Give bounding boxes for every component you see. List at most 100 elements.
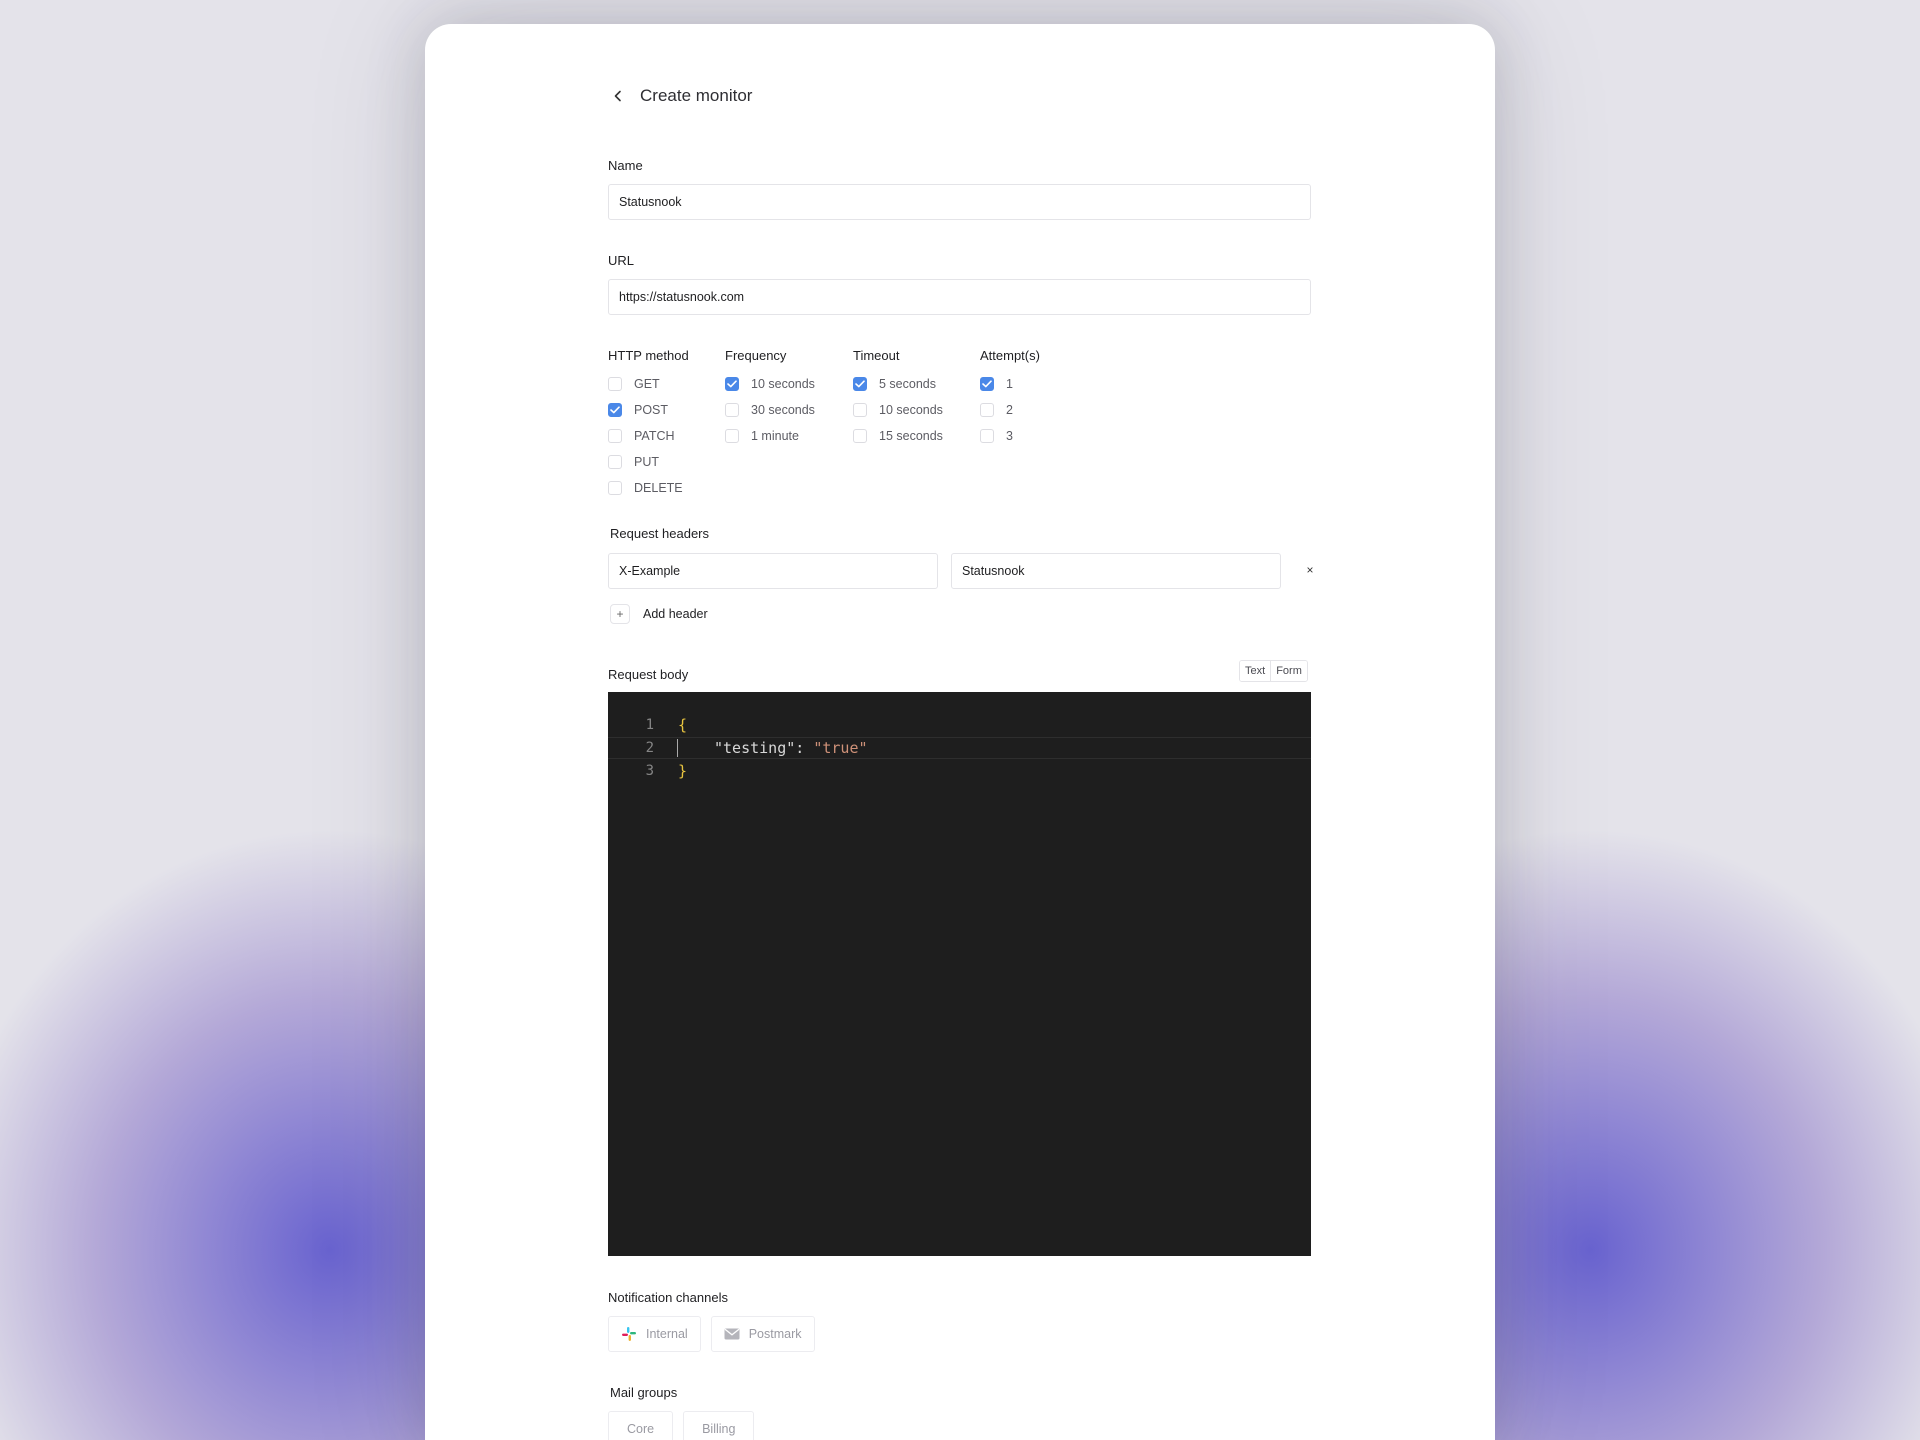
url-label: URL xyxy=(608,253,635,268)
option-item[interactable]: 30 seconds xyxy=(725,397,815,423)
add-header-label: Add header xyxy=(643,607,708,621)
add-header-button[interactable]: + Add header xyxy=(610,604,708,624)
channel-internal-button[interactable]: Internal xyxy=(608,1316,701,1352)
request-body-label: Request body xyxy=(608,667,689,682)
option-item[interactable]: GET xyxy=(608,371,689,397)
header-row: X-Example Statusnook × xyxy=(608,553,1314,589)
form-card: Create monitor Name Statusnook URL https… xyxy=(425,24,1495,1440)
code-text: } xyxy=(678,762,688,780)
option-item[interactable]: 1 xyxy=(980,371,1040,397)
option-label: 10 seconds xyxy=(879,403,943,417)
option-item[interactable]: 5 seconds xyxy=(853,371,943,397)
code-text: "testing": "true" xyxy=(714,739,868,757)
checkbox[interactable] xyxy=(853,429,867,443)
option-label: 3 xyxy=(1006,429,1013,443)
checkbox[interactable] xyxy=(853,377,867,391)
option-label: 15 seconds xyxy=(879,429,943,443)
mode-form-button[interactable]: Form xyxy=(1270,661,1307,681)
option-item[interactable]: POST xyxy=(608,397,689,423)
timeout-options: 5 seconds 10 seconds 15 seconds xyxy=(853,371,943,449)
checkbox[interactable] xyxy=(608,403,622,417)
url-input[interactable]: https://statusnook.com xyxy=(608,279,1311,315)
notification-channel-list: Internal Postmark xyxy=(608,1316,825,1352)
body-mode-toggle: Text Form xyxy=(1239,660,1308,682)
line-number: 1 xyxy=(645,717,654,733)
mail-groups-label: Mail groups xyxy=(610,1385,678,1400)
option-item[interactable]: PATCH xyxy=(608,423,689,449)
header-value-input[interactable]: Statusnook xyxy=(951,553,1281,589)
option-label: POST xyxy=(634,403,669,417)
option-item[interactable]: 1 minute xyxy=(725,423,815,449)
code-line: 3 } xyxy=(608,760,1311,782)
checkbox[interactable] xyxy=(608,377,622,391)
text-cursor xyxy=(677,739,678,757)
timeout-label: Timeout xyxy=(853,348,900,363)
option-label: PATCH xyxy=(634,429,675,443)
page-header: Create monitor xyxy=(608,86,752,106)
checkbox[interactable] xyxy=(725,403,739,417)
option-item[interactable]: 2 xyxy=(980,397,1040,423)
request-headers-label: Request headers xyxy=(610,526,710,541)
checkbox[interactable] xyxy=(725,377,739,391)
option-item[interactable]: 10 seconds xyxy=(725,371,815,397)
checkbox[interactable] xyxy=(980,377,994,391)
option-item[interactable]: PUT xyxy=(608,449,689,475)
mail-group-billing-button[interactable]: Billing xyxy=(683,1411,755,1440)
check-icon xyxy=(982,380,992,388)
back-button[interactable] xyxy=(608,86,628,106)
monitor-options: HTTP method GET POST PATCH PUT DELETE Freque… xyxy=(608,348,1311,498)
checkbox[interactable] xyxy=(980,403,994,417)
remove-header-button[interactable]: × xyxy=(1303,563,1317,577)
mail-icon xyxy=(724,1328,740,1340)
json-value: "true" xyxy=(813,739,868,757)
attempts-options: 1 2 3 xyxy=(980,371,1040,449)
http-method-group: HTTP method GET POST PATCH PUT DELETE xyxy=(608,348,689,501)
option-label: 1 xyxy=(1006,377,1013,391)
frequency-options: 10 seconds 30 seconds 1 minute xyxy=(725,371,815,449)
page-title: Create monitor xyxy=(640,86,753,105)
option-label: PUT xyxy=(634,455,659,469)
plus-icon: + xyxy=(610,604,630,624)
option-item[interactable]: 10 seconds xyxy=(853,397,943,423)
json-separator: : xyxy=(795,739,814,757)
code-editor[interactable]: 1 { 2 "testing": "true" 3 } xyxy=(608,692,1311,1256)
mode-text-button[interactable]: Text xyxy=(1240,661,1271,681)
checkbox[interactable] xyxy=(853,403,867,417)
check-icon xyxy=(855,380,865,388)
header-key-input[interactable]: X-Example xyxy=(608,553,938,589)
attempts-label: Attempt(s) xyxy=(980,348,1040,363)
code-line: 1 { xyxy=(608,714,1311,736)
option-label: 30 seconds xyxy=(751,403,815,417)
check-icon xyxy=(727,380,737,388)
name-label: Name xyxy=(608,158,643,173)
line-number: 2 xyxy=(645,740,654,756)
timeout-group: Timeout 5 seconds 10 seconds 15 seconds xyxy=(853,348,943,449)
checkbox[interactable] xyxy=(980,429,994,443)
checkbox[interactable] xyxy=(725,429,739,443)
frequency-label: Frequency xyxy=(725,348,787,363)
channel-label: Postmark xyxy=(748,1327,802,1341)
option-item[interactable]: 15 seconds xyxy=(853,423,943,449)
check-icon xyxy=(610,406,620,414)
code-text: { xyxy=(678,716,688,734)
option-label: 10 seconds xyxy=(751,377,815,391)
attempts-group: Attempt(s) 1 2 3 xyxy=(980,348,1040,449)
mail-group-core-button[interactable]: Core xyxy=(608,1411,674,1440)
option-label: GET xyxy=(634,377,660,391)
channel-postmark-button[interactable]: Postmark xyxy=(710,1316,815,1352)
slack-icon xyxy=(621,1326,637,1342)
mail-group-list: Core Billing xyxy=(608,1411,764,1440)
option-item[interactable]: DELETE xyxy=(608,475,689,501)
code-line-active: 2 "testing": "true" xyxy=(608,737,1311,759)
json-key: "testing" xyxy=(714,739,796,757)
checkbox[interactable] xyxy=(608,455,622,469)
option-label: DELETE xyxy=(634,481,683,495)
option-item[interactable]: 3 xyxy=(980,423,1040,449)
name-input[interactable]: Statusnook xyxy=(608,184,1311,220)
notification-channels-label: Notification channels xyxy=(608,1290,728,1305)
http-method-label: HTTP method xyxy=(608,348,689,363)
checkbox[interactable] xyxy=(608,429,622,443)
checkbox[interactable] xyxy=(608,481,622,495)
frequency-group: Frequency 10 seconds 30 seconds 1 minute xyxy=(725,348,815,449)
option-label: 2 xyxy=(1006,403,1013,417)
